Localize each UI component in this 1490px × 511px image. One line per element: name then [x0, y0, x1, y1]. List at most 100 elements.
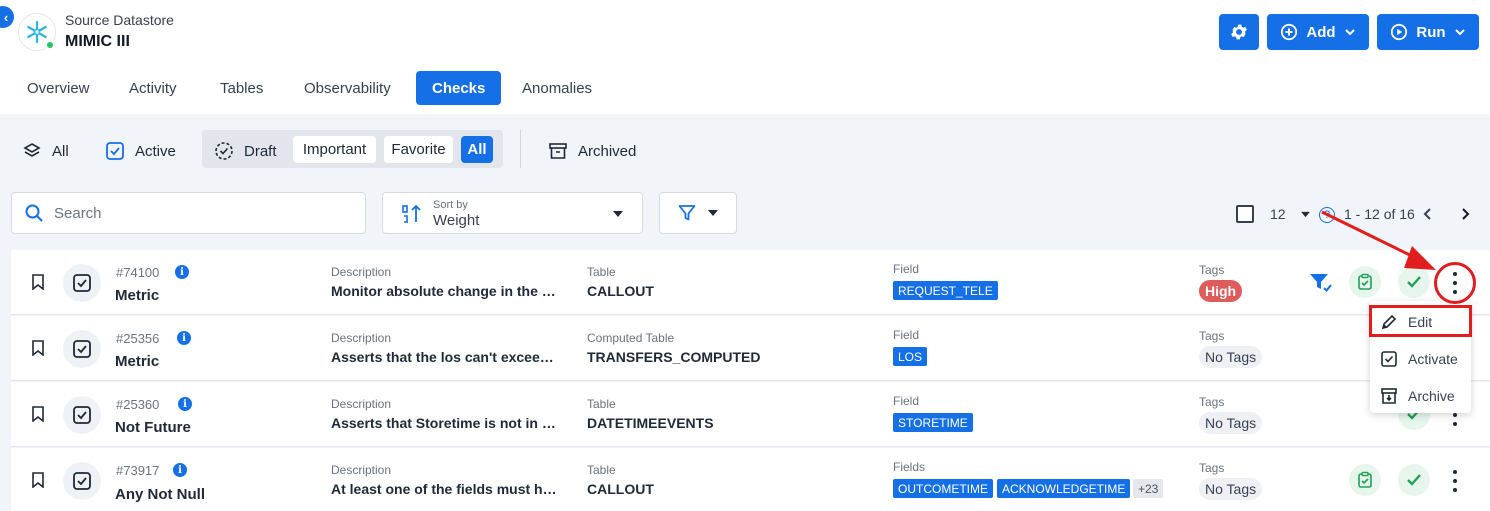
settings-button[interactable] — [1219, 14, 1259, 50]
filter-draft[interactable]: Draft — [214, 138, 277, 164]
info-icon[interactable]: i — [175, 265, 189, 279]
filter-all[interactable]: All — [22, 138, 69, 164]
tag-none: No Tags — [1199, 412, 1263, 434]
field-chip: ACKNOWLEDGETIME — [997, 479, 1131, 498]
plus-circle-icon — [1281, 23, 1298, 41]
tab-tables[interactable]: Tables — [220, 71, 263, 105]
table-value: DATETIMEEVENTS — [587, 415, 714, 431]
archive-icon — [1381, 388, 1397, 404]
tags-label: Tags — [1199, 395, 1225, 409]
back-button[interactable]: ‹ — [0, 6, 14, 28]
table-value: CALLOUT — [587, 283, 654, 299]
check-id: #25356 — [116, 331, 160, 346]
check-id: #74100 — [116, 265, 160, 280]
field-chip: STORETIME — [893, 413, 973, 432]
table-label: Computed Table — [587, 331, 675, 345]
check-name: Metric — [115, 287, 160, 304]
filter-favorite[interactable]: Favorite — [384, 136, 453, 163]
description-value: At least one of the fields must hold a v… — [331, 481, 559, 497]
table-label: Table — [587, 463, 616, 477]
search-icon — [25, 204, 43, 222]
filter-all-drafts[interactable]: All — [461, 136, 493, 163]
info-icon[interactable]: i — [173, 463, 187, 477]
annotation-arrow-icon — [1321, 210, 1436, 270]
bookmark-icon — [32, 472, 44, 488]
info-icon[interactable]: i — [177, 331, 191, 345]
check-id: #73917 — [116, 463, 160, 478]
check-type-icon — [63, 264, 101, 302]
check-id: #25360 — [116, 397, 160, 412]
chevron-down-icon — [1454, 29, 1465, 36]
field-label: Field — [893, 328, 920, 342]
bookmark-icon — [32, 274, 44, 290]
sort-select[interactable]: Sort by Weight — [382, 192, 643, 234]
per-page-value: 12 — [1270, 206, 1286, 222]
check-type-icon — [63, 396, 101, 434]
filter-important[interactable]: Important — [293, 136, 376, 163]
tab-anomalies[interactable]: Anomalies — [522, 71, 592, 105]
menu-item-archive[interactable]: Archive — [1370, 378, 1471, 414]
bookmark-icon — [32, 406, 44, 422]
add-button[interactable]: Add — [1267, 14, 1369, 50]
tag-none: No Tags — [1199, 346, 1263, 368]
filter-button[interactable] — [659, 192, 737, 234]
field-chip: OUTCOMETIME — [893, 479, 993, 498]
layers-icon — [23, 143, 41, 157]
tab-checks[interactable]: Checks — [416, 71, 502, 105]
table-row[interactable]: #25360 i Not Future Description Asserts … — [11, 382, 1490, 447]
tags-label: Tags — [1199, 461, 1225, 475]
datastore-label: Source Datastore — [65, 12, 174, 28]
table-row[interactable]: #73917 i Any Not Null Description At lea… — [11, 448, 1490, 511]
menu-item-activate[interactable]: Activate — [1370, 341, 1471, 377]
check-icon — [1407, 276, 1421, 288]
field-label: Field — [893, 262, 920, 276]
more-options-icon[interactable] — [1451, 470, 1459, 492]
chevron-down-icon — [1344, 29, 1355, 36]
field-chip: LOS — [893, 347, 928, 366]
sort-icon — [402, 204, 421, 223]
search-box[interactable] — [11, 192, 366, 234]
check-name: Metric — [115, 353, 160, 370]
caret-down-icon — [613, 211, 623, 217]
filter-draft-label: Draft — [244, 142, 277, 160]
filter-archived[interactable]: Archived — [548, 138, 636, 164]
add-button-label: Add — [1306, 23, 1336, 41]
activate-check-button[interactable] — [1398, 464, 1430, 496]
tab-observability[interactable]: Observability — [304, 71, 391, 105]
play-circle-icon — [1391, 23, 1408, 41]
description-label: Description — [331, 463, 392, 477]
field-label: Field — [893, 394, 920, 408]
caret-down-icon — [708, 210, 718, 216]
select-all-checkbox[interactable] — [1236, 205, 1254, 223]
filter-icon — [678, 205, 696, 221]
clipboard-check-button[interactable] — [1349, 464, 1381, 496]
check-icon — [1407, 474, 1421, 486]
description-value: Asserts that the los can't exceed the th… — [331, 349, 561, 365]
filter-active[interactable]: Active — [105, 138, 176, 164]
more-fields-chip[interactable]: +23 — [1133, 479, 1164, 498]
table-label: Table — [587, 397, 616, 411]
description-label: Description — [331, 397, 392, 411]
sort-value: Weight — [433, 212, 480, 229]
check-name: Any Not Null — [115, 486, 205, 503]
table-value: TRANSFERS_COMPUTED — [587, 349, 761, 365]
check-square-icon — [1381, 351, 1397, 367]
clipboard-check-icon — [1358, 273, 1372, 290]
search-input[interactable] — [54, 204, 334, 222]
description-label: Description — [331, 331, 392, 345]
menu-item-activate-label: Activate — [1408, 351, 1458, 367]
table-row[interactable]: #74100 i Metric Description Monitor abso… — [11, 250, 1490, 315]
tag-high: High — [1199, 280, 1243, 302]
bookmark-icon — [32, 340, 44, 356]
run-button[interactable]: Run — [1377, 14, 1479, 50]
table-row[interactable]: #25356 i Metric Description Asserts that… — [11, 316, 1490, 381]
tab-activity[interactable]: Activity — [129, 71, 177, 105]
filter-archived-label: Archived — [578, 142, 637, 160]
check-type-icon — [63, 462, 101, 500]
info-icon[interactable]: i — [178, 397, 192, 411]
tab-overview[interactable]: Overview — [27, 71, 90, 105]
per-page-select[interactable]: 12 — [1270, 204, 1311, 224]
filter-active-label: Active — [135, 142, 176, 160]
description-value: Monitor absolute change in the metric — [331, 283, 559, 299]
archive-icon — [549, 143, 567, 159]
